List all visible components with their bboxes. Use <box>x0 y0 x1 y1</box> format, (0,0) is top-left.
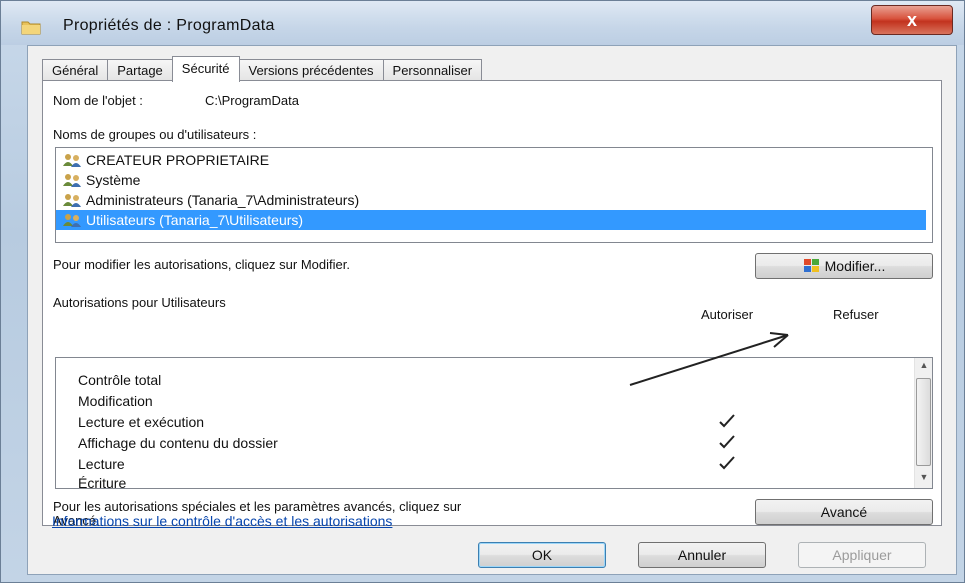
users-group-icon <box>63 174 81 187</box>
permissions-scrollbar[interactable]: ▲ ▼ <box>914 358 932 488</box>
permissions-label: Autorisations pour Utilisateurs <box>53 295 226 310</box>
list-item-label: Utilisateurs (Tanaria_7\Utilisateurs) <box>86 212 304 228</box>
permission-name: Modification <box>78 393 153 409</box>
tab-customize[interactable]: Personnaliser <box>382 59 483 81</box>
modify-hint: Pour modifier les autorisations, cliquez… <box>53 257 350 272</box>
permissions-list[interactable]: Contrôle total Modification Lecture et e… <box>55 357 933 489</box>
folder-icon <box>21 21 41 35</box>
groups-listbox[interactable]: CREATEUR PROPRIETAIRE Système Administra… <box>55 147 933 243</box>
list-item[interactable]: Système <box>56 170 932 190</box>
access-control-info-link[interactable]: Informations sur le contrôle d'accès et … <box>52 513 392 529</box>
tab-strip: Général Partage Sécurité Versions précéd… <box>42 56 483 82</box>
tab-sharing[interactable]: Partage <box>107 59 173 81</box>
advanced-button-label: Avancé <box>820 504 868 520</box>
ok-button-label: OK <box>531 547 553 563</box>
title-bar[interactable]: Propriétés de : ProgramData x <box>1 1 964 45</box>
advanced-button[interactable]: Avancé <box>755 499 933 525</box>
users-group-icon <box>63 194 81 207</box>
security-panel: Nom de l'objet : C:\ProgramData Noms de … <box>42 80 942 528</box>
permission-name: Lecture <box>78 456 125 472</box>
object-name-label: Nom de l'objet : <box>53 93 143 108</box>
permission-row: Affichage du contenu du dossier <box>78 435 898 455</box>
permission-row: Lecture et exécution <box>78 414 898 434</box>
allow-check-icon <box>719 456 735 470</box>
scrollbar-thumb[interactable] <box>916 378 931 466</box>
tab-previous-versions[interactable]: Versions précédentes <box>238 59 384 81</box>
tab-security[interactable]: Sécurité <box>171 56 240 82</box>
allow-column-header: Autoriser <box>701 307 754 322</box>
tab-general[interactable]: Général <box>42 59 109 81</box>
close-icon: x <box>906 9 917 30</box>
users-group-icon <box>63 154 81 167</box>
list-item[interactable]: CREATEUR PROPRIETAIRE <box>56 150 932 170</box>
permission-name: Contrôle total <box>78 372 162 388</box>
permission-name: Lecture et exécution <box>78 414 205 430</box>
modify-button[interactable]: Modifier... <box>755 253 933 279</box>
list-item-selected[interactable]: Utilisateurs (Tanaria_7\Utilisateurs) <box>56 210 926 230</box>
allow-check-icon <box>719 414 735 428</box>
ok-button[interactable]: OK <box>478 542 606 568</box>
scroll-up-icon[interactable]: ▲ <box>918 360 930 374</box>
allow-check-icon <box>719 435 735 449</box>
list-item-label: Administrateurs (Tanaria_7\Administrateu… <box>86 192 360 208</box>
permission-name: Écriture <box>78 475 127 489</box>
cancel-button-label: Annuler <box>677 547 727 563</box>
scroll-down-icon[interactable]: ▼ <box>918 472 930 486</box>
users-group-icon <box>63 214 81 227</box>
permission-row: Écriture <box>78 475 898 489</box>
apply-button-label: Appliquer <box>832 547 892 563</box>
apply-button[interactable]: Appliquer <box>798 542 926 568</box>
object-name-value: C:\ProgramData <box>205 93 299 108</box>
cancel-button[interactable]: Annuler <box>638 542 766 568</box>
dialog-client-area: Général Partage Sécurité Versions précéd… <box>27 45 957 575</box>
window-title: Propriétés de : ProgramData <box>63 17 275 34</box>
permission-row: Modification <box>78 393 898 413</box>
deny-column-header: Refuser <box>833 307 879 322</box>
list-item[interactable]: Administrateurs (Tanaria_7\Administrateu… <box>56 190 932 210</box>
close-button[interactable]: x <box>871 5 953 35</box>
list-item-label: Système <box>86 172 141 188</box>
permission-row: Lecture <box>78 456 898 476</box>
modify-button-label: Modifier... <box>824 258 886 274</box>
groups-label: Noms de groupes ou d'utilisateurs : <box>53 127 257 142</box>
permission-name: Affichage du contenu du dossier <box>78 435 278 451</box>
list-item-label: CREATEUR PROPRIETAIRE <box>86 152 270 168</box>
annotation-arrow-icon <box>629 332 789 386</box>
properties-window: Propriétés de : ProgramData x Général Pa… <box>0 0 965 583</box>
advanced-hint-line1: Pour les autorisations spéciales et les … <box>53 499 462 514</box>
shield-icon <box>803 259 819 272</box>
